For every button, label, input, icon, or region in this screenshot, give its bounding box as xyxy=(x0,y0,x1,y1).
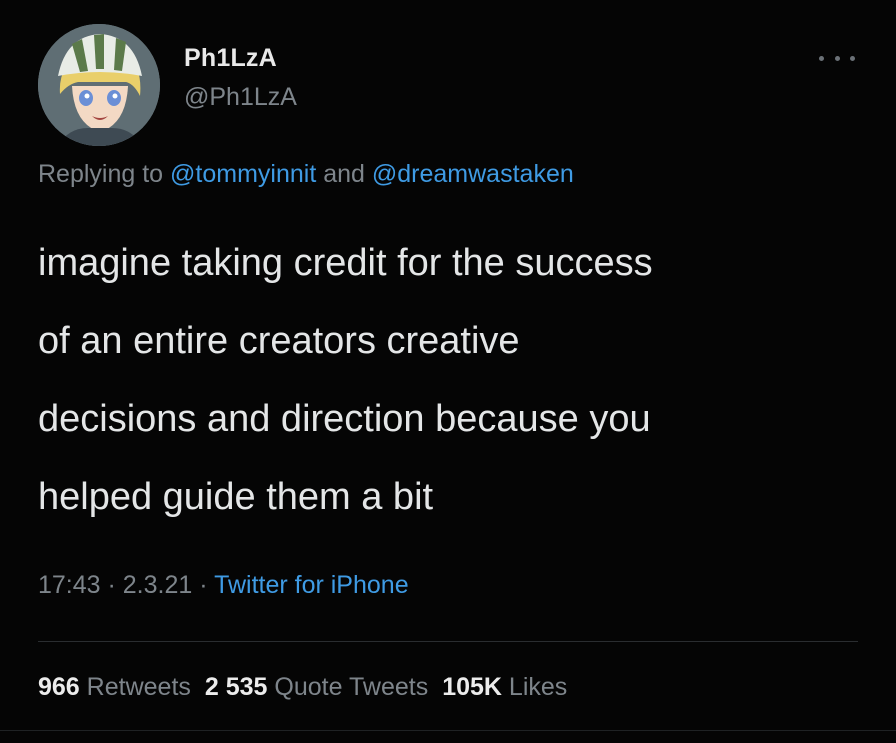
user-handle[interactable]: @Ph1LzA xyxy=(184,83,297,112)
tweet-source[interactable]: Twitter for iPhone xyxy=(214,571,409,599)
tweet-text-line: helped guide them a bit xyxy=(38,476,434,518)
mention-join: and xyxy=(316,160,372,188)
display-name[interactable]: Ph1LzA xyxy=(184,44,277,73)
more-dots-icon xyxy=(819,55,824,61)
tweet-meta: 17:43 · 2.3.21 · Twitter for iPhone xyxy=(38,571,409,600)
divider xyxy=(0,730,896,731)
divider xyxy=(38,641,858,642)
tweet-card: Ph1LzA @Ph1LzA Replying to @tommyinnit a… xyxy=(0,0,896,743)
likes-count: 105K xyxy=(442,673,502,701)
tweet-text-line: imagine taking credit for the success xyxy=(38,242,653,284)
replying-to-line: Replying to @tommyinnit and @dreamwastak… xyxy=(38,160,574,189)
mention-tommyinnit[interactable]: @tommyinnit xyxy=(170,160,316,188)
likes-stat[interactable]: 105K Likes xyxy=(442,673,567,701)
retweets-label: Retweets xyxy=(86,673,191,701)
retweets-stat[interactable]: 966 Retweets xyxy=(38,673,191,701)
avatar[interactable] xyxy=(38,24,160,146)
meta-separator: · xyxy=(100,571,123,599)
tweet-text-line: of an entire creators creative xyxy=(38,320,520,362)
likes-label: Likes xyxy=(508,673,568,701)
meta-separator: · xyxy=(192,571,215,599)
tweet-text-line: decisions and direction because you xyxy=(38,398,651,440)
tweet-stats: 966 Retweets 2 535 Quote Tweets 105K Likes xyxy=(38,673,581,702)
tweet-date[interactable]: 2.3.21 xyxy=(123,571,193,599)
quote-tweets-stat[interactable]: 2 535 Quote Tweets xyxy=(205,673,428,701)
mention-dreamwastaken[interactable]: @dreamwastaken xyxy=(372,160,574,188)
more-dot xyxy=(850,55,855,61)
more-options-button[interactable] xyxy=(819,48,855,68)
tweet-time[interactable]: 17:43 xyxy=(38,571,101,599)
quote-tweets-label: Quote Tweets xyxy=(274,673,429,701)
quote-tweets-count: 2 535 xyxy=(204,673,268,701)
retweets-count: 966 xyxy=(38,673,80,701)
more-dot xyxy=(834,55,840,61)
replying-prefix: Replying to xyxy=(38,160,171,188)
tweet-text: imagine taking credit for the success of… xyxy=(38,224,878,536)
avatar-image xyxy=(38,24,160,146)
